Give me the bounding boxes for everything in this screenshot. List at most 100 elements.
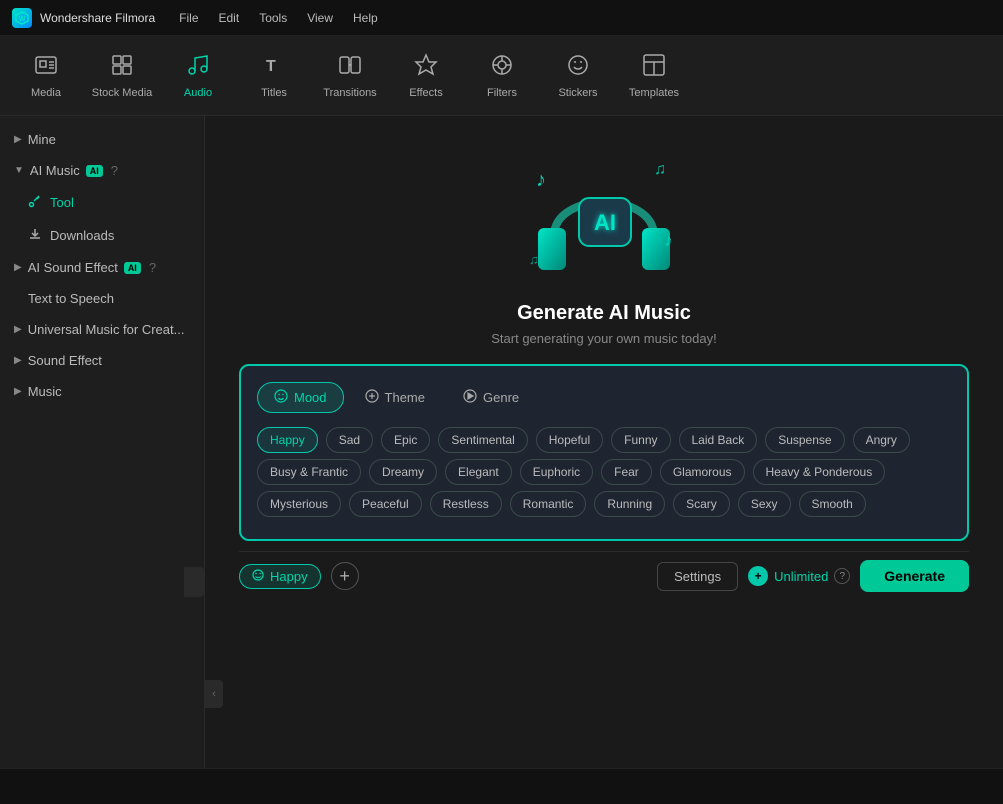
toolbar: Media Stock Media Audio T T xyxy=(0,36,1003,116)
ai-sound-chevron: ▶ xyxy=(14,262,22,273)
transitions-label: Transitions xyxy=(323,87,376,99)
toolbar-media[interactable]: Media xyxy=(10,40,82,112)
sound-effect-chevron: ▶ xyxy=(14,355,22,366)
toolbar-titles[interactable]: T Titles xyxy=(238,40,310,112)
tag-hopeful[interactable]: Hopeful xyxy=(536,427,603,453)
sidebar-item-tool[interactable]: Tool xyxy=(0,186,204,219)
sidebar-collapse-toggle[interactable]: ‹ xyxy=(205,680,223,708)
tag-sad[interactable]: Sad xyxy=(326,427,373,453)
tag-glamorous[interactable]: Glamorous xyxy=(660,459,745,485)
selected-tag-icon xyxy=(252,569,264,584)
tag-funny[interactable]: Funny xyxy=(611,427,670,453)
sidebar-section-universal[interactable]: ▶ Universal Music for Creat... xyxy=(0,314,204,345)
sidebar: ▶ Mine ▼ AI Music AI ? Tool xyxy=(0,116,205,768)
menu-help[interactable]: Help xyxy=(353,11,378,25)
menu-file[interactable]: File xyxy=(179,11,198,25)
effects-icon xyxy=(414,53,438,83)
tag-smooth[interactable]: Smooth xyxy=(799,491,866,517)
tag-angry[interactable]: Angry xyxy=(853,427,910,453)
stickers-label: Stickers xyxy=(558,87,597,99)
tts-label: Text to Speech xyxy=(28,291,114,306)
tag-dreamy[interactable]: Dreamy xyxy=(369,459,437,485)
mood-tags-row3: Mysterious Peaceful Restless Romantic Ru… xyxy=(257,491,951,517)
svg-text:♪: ♪ xyxy=(664,230,673,250)
add-tag-button[interactable]: + xyxy=(331,562,359,590)
toolbar-stock-media[interactable]: Stock Media xyxy=(86,40,158,112)
selected-mood-tag[interactable]: Happy xyxy=(239,564,321,589)
filters-label: Filters xyxy=(487,87,517,99)
sidebar-section-sound-effect[interactable]: ▶ Sound Effect xyxy=(0,345,204,376)
tag-heavy-ponderous[interactable]: Heavy & Ponderous xyxy=(753,459,886,485)
tag-euphoric[interactable]: Euphoric xyxy=(520,459,593,485)
tag-running[interactable]: Running xyxy=(594,491,665,517)
toolbar-transitions[interactable]: Transitions xyxy=(314,40,386,112)
svg-text:♪: ♪ xyxy=(536,169,546,191)
tag-peaceful[interactable]: Peaceful xyxy=(349,491,422,517)
audio-icon xyxy=(186,53,210,83)
svg-text:♫: ♫ xyxy=(654,161,666,178)
tag-epic[interactable]: Epic xyxy=(381,427,430,453)
transitions-icon xyxy=(338,53,362,83)
tab-theme[interactable]: Theme xyxy=(348,382,442,413)
mood-tabs: Mood Theme xyxy=(257,382,951,413)
menu-edit[interactable]: Edit xyxy=(219,11,240,25)
tag-sexy[interactable]: Sexy xyxy=(738,491,791,517)
sidebar-item-downloads[interactable]: Downloads xyxy=(0,219,204,252)
ai-music-help[interactable]: ? xyxy=(111,163,118,178)
tag-scary[interactable]: Scary xyxy=(673,491,730,517)
stock-media-label: Stock Media xyxy=(92,87,153,99)
ai-sound-label: AI Sound Effect xyxy=(28,260,118,275)
svg-text:W: W xyxy=(19,16,26,23)
menu-view[interactable]: View xyxy=(307,11,333,25)
stickers-icon xyxy=(566,53,590,83)
tag-suspense[interactable]: Suspense xyxy=(765,427,844,453)
tag-laid-back[interactable]: Laid Back xyxy=(679,427,758,453)
tag-happy[interactable]: Happy xyxy=(257,427,318,453)
sidebar-section-music[interactable]: ▶ Music xyxy=(0,376,204,407)
tab-mood[interactable]: Mood xyxy=(257,382,344,413)
tag-mysterious[interactable]: Mysterious xyxy=(257,491,341,517)
tag-elegant[interactable]: Elegant xyxy=(445,459,512,485)
tag-sentimental[interactable]: Sentimental xyxy=(438,427,527,453)
ai-sound-help[interactable]: ? xyxy=(149,260,156,275)
sidebar-toggle[interactable] xyxy=(184,567,204,597)
settings-button[interactable]: Settings xyxy=(657,562,738,591)
unlimited-button[interactable]: + Unlimited ? xyxy=(748,566,850,586)
ai-illustration: AI ♪ ♫ ♪ ♫ xyxy=(524,146,684,286)
sidebar-section-tts[interactable]: Text to Speech xyxy=(0,283,204,314)
status-bar xyxy=(0,768,1003,804)
svg-text:♫: ♫ xyxy=(529,252,539,267)
toolbar-templates[interactable]: Templates xyxy=(618,40,690,112)
tag-restless[interactable]: Restless xyxy=(430,491,502,517)
mood-tags-row1: Happy Sad Epic Sentimental Hopeful Funny… xyxy=(257,427,951,453)
toolbar-effects[interactable]: Effects xyxy=(390,40,462,112)
unlimited-icon: + xyxy=(748,566,768,586)
tag-busy-frantic[interactable]: Busy & Frantic xyxy=(257,459,361,485)
sidebar-section-mine[interactable]: ▶ Mine xyxy=(0,124,204,155)
mood-tags-row2: Busy & Frantic Dreamy Elegant Euphoric F… xyxy=(257,459,951,485)
unlimited-label: Unlimited xyxy=(774,569,828,584)
generate-button[interactable]: Generate xyxy=(860,560,969,592)
ai-music-svg: AI ♪ ♫ ♪ ♫ xyxy=(524,146,684,286)
mood-tab-icon xyxy=(274,389,288,406)
tag-romantic[interactable]: Romantic xyxy=(510,491,587,517)
sidebar-section-ai-sound[interactable]: ▶ AI Sound Effect AI ? xyxy=(0,252,204,283)
toolbar-filters[interactable]: Filters xyxy=(466,40,538,112)
app-name: Wondershare Filmora xyxy=(40,11,155,25)
menu-tools[interactable]: Tools xyxy=(259,11,287,25)
genre-tab-label: Genre xyxy=(483,390,519,405)
menu-bar: File Edit Tools View Help xyxy=(179,11,378,25)
media-label: Media xyxy=(31,87,61,99)
mood-panel: Mood Theme xyxy=(239,364,969,541)
tab-genre[interactable]: Genre xyxy=(446,382,536,413)
title-bar: W Wondershare Filmora File Edit Tools Vi… xyxy=(0,0,1003,36)
tag-fear[interactable]: Fear xyxy=(601,459,652,485)
selected-tag-label: Happy xyxy=(270,569,308,584)
toolbar-audio[interactable]: Audio xyxy=(162,40,234,112)
unlimited-help[interactable]: ? xyxy=(834,568,850,584)
ai-music-badge: AI xyxy=(86,165,103,177)
toolbar-stickers[interactable]: Stickers xyxy=(542,40,614,112)
sidebar-section-ai-music[interactable]: ▼ AI Music AI ? xyxy=(0,155,204,186)
content-area: AI ♪ ♫ ♪ ♫ Generate AI Music Start gener… xyxy=(205,116,1003,768)
tool-icon xyxy=(28,194,42,211)
